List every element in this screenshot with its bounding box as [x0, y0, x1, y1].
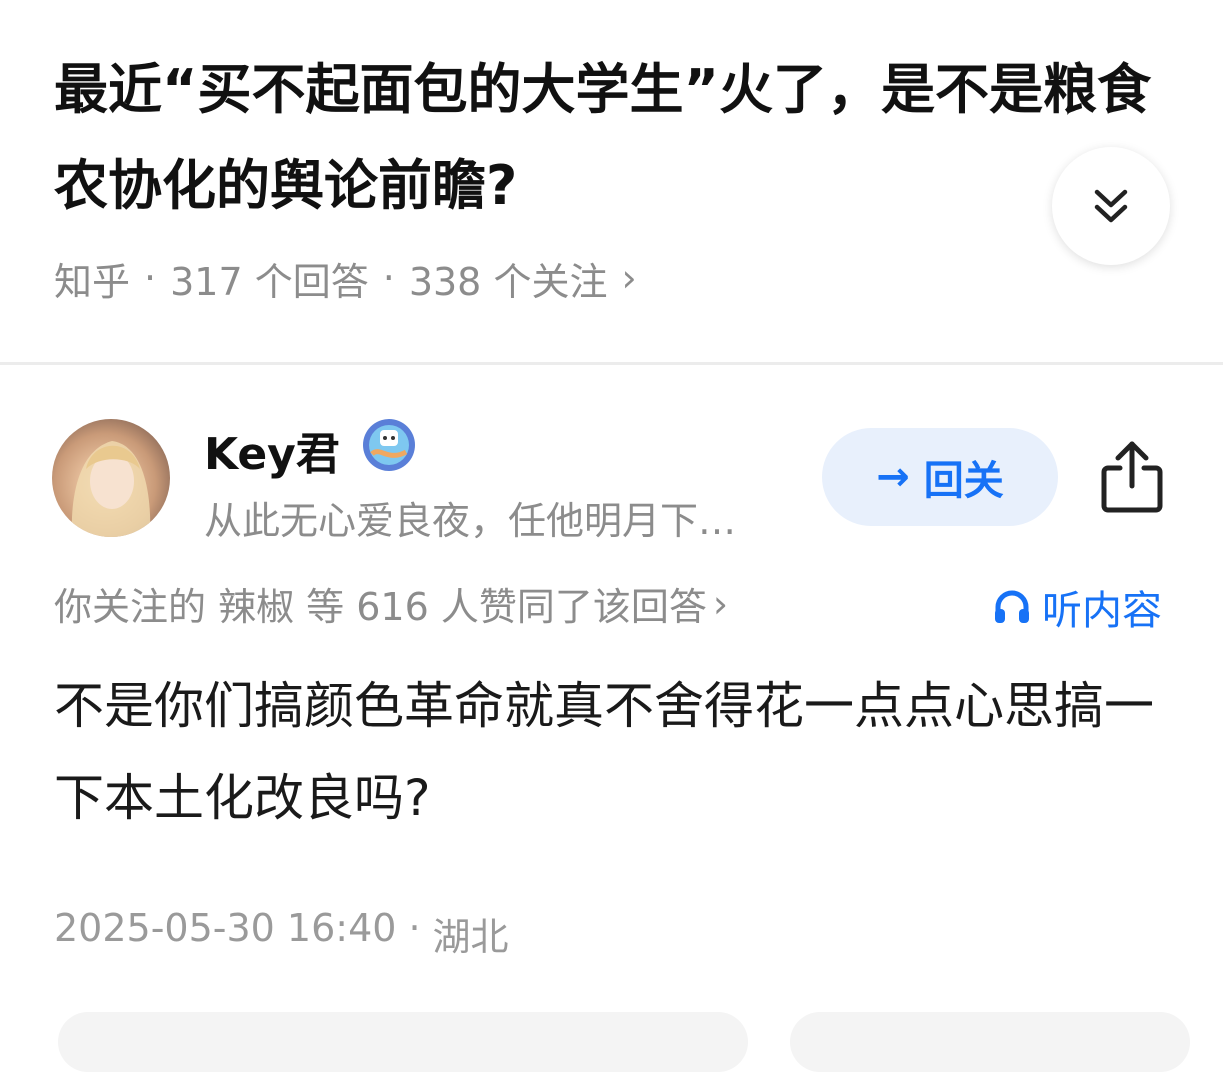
double-chevron-down-icon	[1094, 189, 1128, 223]
follow-back-button[interactable]: → 回关	[822, 428, 1058, 526]
badge-icon[interactable]	[362, 418, 416, 472]
listen-label: 听内容	[1042, 588, 1162, 634]
follower-count: 338 个关注	[408, 259, 608, 304]
answer-content[interactable]: 不是你们搞颜色革命就真不舍得花一点点心思搞一下本土化改良吗?	[54, 660, 1184, 844]
badge-graphic	[363, 419, 415, 471]
avatar-image	[71, 441, 151, 537]
separator-dot: ·	[144, 256, 157, 300]
likes-info[interactable]: 你关注的 辣椒 等 616 人赞同了该回答 ›	[54, 576, 728, 631]
bottom-action-pill[interactable]	[58, 1012, 748, 1072]
headphones-icon	[995, 590, 1029, 623]
post-meta: 2025-05-30 16:40 · 湖北	[54, 906, 509, 961]
post-date: 2025-05-30 16:40	[54, 906, 397, 950]
source-label: 知乎	[54, 259, 131, 304]
author-name[interactable]: Key君	[204, 418, 340, 482]
share-icon	[1101, 441, 1163, 513]
post-location: 湖北	[432, 915, 509, 959]
likes-text: 你关注的 辣椒 等 616 人赞同了该回答	[54, 585, 707, 629]
separator-dot: ·	[408, 906, 421, 950]
answer-count: 317 个回答	[170, 259, 369, 304]
author-avatar[interactable]	[52, 419, 170, 537]
chevron-right-icon: ›	[712, 581, 729, 626]
separator-dot: ·	[382, 256, 395, 300]
question-meta[interactable]: 知乎 · 317 个回答 · 338 个关注 ›	[54, 250, 637, 306]
listen-button[interactable]: 听内容	[992, 578, 1162, 636]
author-bio: 从此无心爱良夜，任他明月下…	[204, 499, 737, 543]
expand-button[interactable]	[1052, 147, 1170, 265]
chevron-right-icon: ›	[621, 256, 637, 300]
arrow-right-icon: →	[876, 454, 910, 500]
bottom-action-pill[interactable]	[790, 1012, 1190, 1072]
question-title[interactable]: 最近“买不起面包的大学生”火了，是不是粮食农协化的舆论前瞻?	[54, 42, 1174, 234]
share-button[interactable]	[1098, 438, 1166, 514]
follow-back-label: 回关	[923, 458, 1004, 504]
section-divider	[0, 362, 1223, 365]
